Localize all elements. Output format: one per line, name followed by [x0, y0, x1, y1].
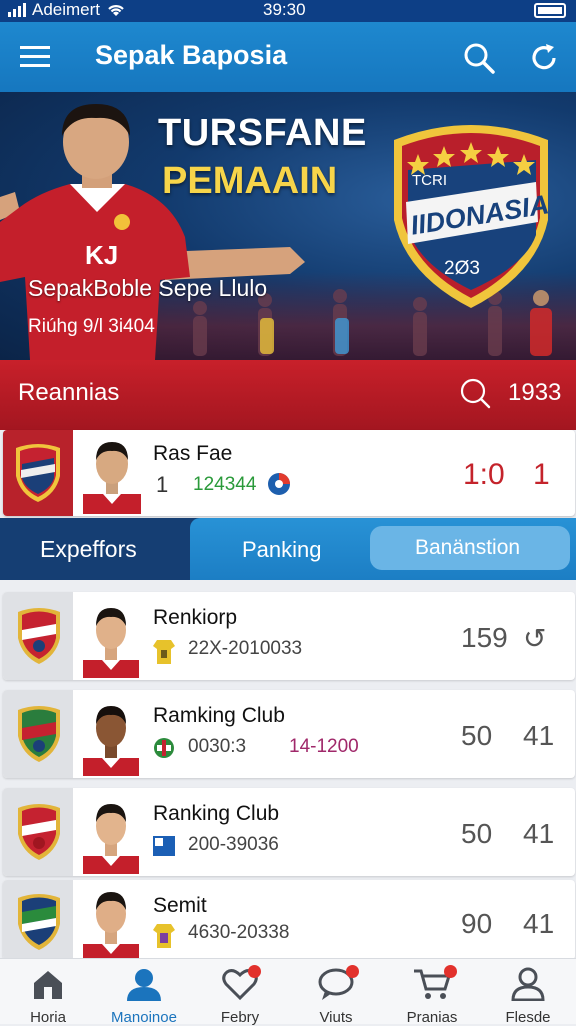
crest-year: 2Ø3 [444, 258, 480, 279]
hero-banner[interactable]: KJ TURSFANE PEMAAIN SepakBoble Sepe Llul… [0, 92, 576, 360]
user-icon [127, 969, 161, 1001]
list-item[interactable]: Renkiorp 22X-2010033 159 ↺ [3, 592, 575, 680]
nav-label: Flesde [505, 1009, 551, 1026]
club-crest-icon [18, 894, 60, 950]
notification-badge [248, 965, 261, 978]
player-avatar [83, 804, 139, 874]
row-code: 200-39036 [188, 834, 279, 855]
profile-icon [511, 967, 545, 1001]
club-crest-container [3, 880, 73, 960]
list-item[interactable]: Ranking Club 200-39036 50 41 [3, 788, 575, 876]
row-action-icon[interactable]: ↺ [523, 622, 546, 655]
player-index: 1 [156, 472, 169, 497]
jersey-icon [153, 640, 175, 664]
jersey-text: KJ [85, 240, 119, 270]
hero-date: Riúhg 9/l 3i404 [28, 316, 155, 337]
crest-top-text: TCRI [412, 172, 447, 189]
nav-label: Viuts [319, 1009, 353, 1026]
tab-panel: Panking Banänstion [190, 518, 576, 580]
app-header: Sepak Baposia [0, 22, 576, 92]
club-crest-icon [18, 608, 60, 664]
tab-panking[interactable]: Panking [242, 537, 322, 563]
row-name: Ramking Club [153, 704, 285, 727]
menu-icon[interactable] [20, 44, 50, 70]
club-crest-container [3, 430, 73, 516]
list-item[interactable]: Semit 4630-20338 90 41 [3, 880, 575, 960]
club-crest-container [3, 592, 73, 680]
nav-item-horia[interactable]: Horia [0, 959, 96, 1026]
row-value-secondary: 41 [523, 818, 555, 849]
row-value-secondary: 41 [523, 720, 555, 751]
row-name: Ranking Club [153, 802, 280, 825]
row-value: 90 [461, 908, 493, 939]
row-code: 22X-2010033 [188, 638, 303, 659]
row-value: 50 [461, 720, 493, 751]
club-crest-icon [18, 706, 60, 762]
section-bar: Reannias 1933 [0, 360, 576, 430]
notification-badge [346, 965, 359, 978]
carrier-name: Adeimert [32, 0, 101, 19]
wifi-icon [108, 5, 124, 16]
club-crest-badge: TCRI IIDONASIA 2Ø3 [386, 110, 556, 310]
search-icon[interactable] [458, 376, 492, 410]
row-name: Semit [153, 894, 207, 917]
club-crest-icon [16, 444, 60, 502]
section-count: 1933 [508, 379, 562, 406]
player-avatar [83, 706, 139, 776]
clock: 39:30 [263, 0, 306, 19]
nav-label: Febry [220, 1009, 260, 1026]
nav-label: Pranias [406, 1009, 458, 1026]
jersey-icon [153, 924, 175, 948]
player-code: 124344 [193, 474, 257, 495]
tab-expeffors[interactable]: Expeffors [0, 518, 190, 580]
player-avatar [83, 442, 141, 514]
hero-subtitle: SepakBoble Sepe Llulo [28, 275, 268, 301]
match-score: 1:0 [463, 458, 505, 491]
player-avatar [83, 608, 139, 678]
club-crest-container [3, 690, 73, 778]
team-flag-icon [154, 738, 174, 758]
match-score-secondary: 1 [533, 458, 550, 491]
nav-item-flesde[interactable]: Flesde [480, 959, 576, 1026]
bottom-navigation: Horia Manoinoe Febry Viuts Pranias Flesd… [0, 958, 576, 1026]
team-emblem-icon [268, 473, 290, 495]
club-crest-container [3, 788, 73, 876]
status-bar: Adeimert 39:30 [0, 0, 576, 22]
battery-icon [534, 3, 566, 18]
player-name: Ras Fae [153, 442, 233, 465]
row-value: 159 [461, 622, 508, 653]
row-value: 50 [461, 818, 493, 849]
refresh-icon[interactable] [527, 41, 561, 75]
nav-label: Horia [30, 1009, 66, 1026]
featured-match-card[interactable]: Ras Fae 1 124344 1:0 1 [3, 430, 575, 516]
nav-item-febry[interactable]: Febry [192, 959, 288, 1026]
tab-bar: Expeffors Panking Banänstion [0, 518, 576, 580]
app-title: Sepak Baposia [95, 40, 288, 70]
signal-icon [8, 3, 26, 17]
carrier-info: Adeimert [8, 0, 126, 20]
notification-badge [444, 965, 457, 978]
row-code: 0030:3 [188, 736, 247, 757]
tab-bananstion[interactable]: Banänstion [370, 526, 570, 570]
hero-headline-accent: PEMAAIN [162, 160, 338, 202]
nav-label: Manoinoe [111, 1009, 177, 1026]
row-name: Renkiorp [153, 606, 238, 629]
row-code-highlight: 14-1200 [289, 736, 359, 757]
player-avatar [83, 892, 139, 960]
row-value-secondary: 41 [523, 908, 555, 939]
nav-item-viuts[interactable]: Viuts [288, 959, 384, 1026]
section-title: Reannias [18, 379, 120, 406]
nav-item-pranias[interactable]: Pranias [384, 959, 480, 1026]
club-crest-icon [18, 804, 60, 860]
search-icon[interactable] [462, 41, 496, 75]
hero-headline: TURSFANE [158, 112, 367, 154]
row-code: 4630-20338 [188, 922, 290, 943]
nav-item-manoinoe[interactable]: Manoinoe [96, 959, 192, 1026]
flag-icon [153, 836, 175, 856]
list-item[interactable]: Ramking Club 0030:3 14-1200 50 41 [3, 690, 575, 778]
home-icon [34, 971, 62, 999]
